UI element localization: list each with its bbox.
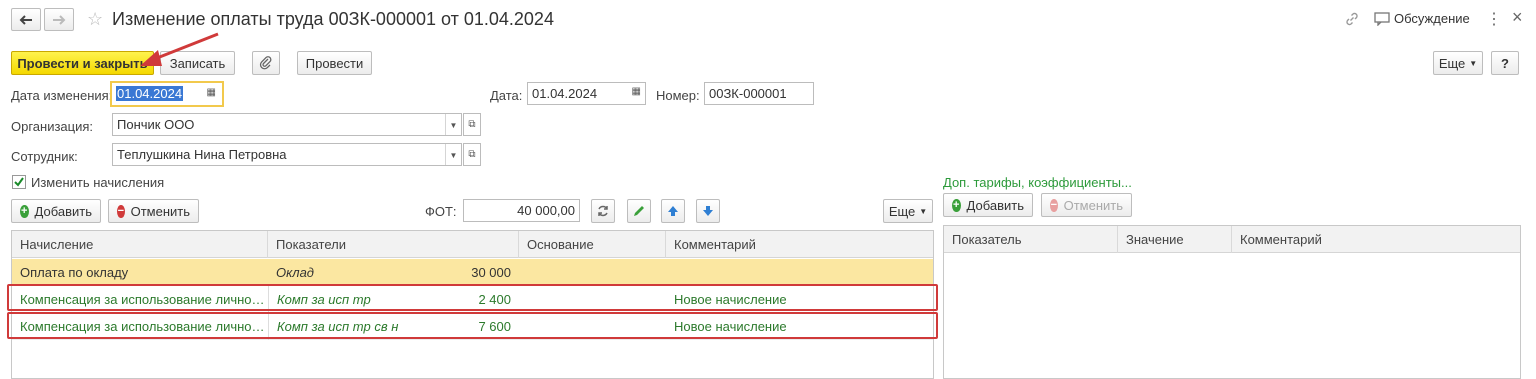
dropdown-icon[interactable]: ▼ (445, 114, 461, 135)
more-label: Еще (1438, 55, 1466, 71)
accrual-value: 30 000 (471, 265, 511, 280)
fot-label: ФОТ: (425, 204, 457, 219)
column-header[interactable]: Показатели (268, 231, 519, 258)
cancel-label: Отменить (130, 203, 190, 219)
edit-button[interactable] (627, 199, 651, 223)
add-accrual-button[interactable]: + Добавить (11, 199, 101, 223)
column-header[interactable]: Показатель (944, 226, 1118, 253)
extra-panel-title[interactable]: Доп. тарифы, коэффициенты... (943, 175, 1132, 190)
paperclip-icon (259, 56, 272, 70)
more-label: Еще (888, 203, 916, 219)
annotation-highlight-row-2 (7, 284, 938, 311)
accrual-name: Оплата по окладу (20, 265, 129, 280)
date-value: 01.04.2024 (532, 86, 598, 101)
link-icon[interactable] (1344, 11, 1360, 30)
cancel-extra-button[interactable]: − Отменить (1041, 193, 1132, 217)
change-accruals-checkbox[interactable] (12, 175, 26, 189)
employee-open-button[interactable]: ⧉ (463, 143, 481, 166)
more-button-top[interactable]: Еще ▼ (1433, 51, 1483, 75)
date-field[interactable]: 01.04.2024 ▦ (527, 82, 646, 105)
minus-icon: − (1050, 198, 1058, 212)
post-button[interactable]: Провести (297, 51, 372, 75)
back-button[interactable] (11, 8, 41, 31)
fot-field[interactable]: 40 000,00 (463, 199, 580, 222)
plus-icon: + (20, 204, 29, 218)
plus-icon: + (952, 198, 961, 212)
add-label: Добавить (966, 197, 1024, 213)
discussion-label: Обсуждение (1394, 11, 1470, 26)
change-accruals-label: Изменить начисления (31, 175, 165, 190)
add-label: Добавить (34, 203, 92, 219)
dropdown-icon[interactable]: ▼ (445, 144, 461, 165)
forward-button[interactable] (44, 8, 74, 31)
column-header[interactable]: Значение (1118, 226, 1232, 253)
close-icon[interactable]: × (1512, 7, 1523, 28)
move-up-button[interactable] (661, 199, 685, 223)
arrow-up-icon (668, 206, 678, 216)
change-date-label: Дата изменения: (11, 88, 113, 103)
chevron-down-icon: ▼ (919, 206, 928, 216)
arrow-right-icon (53, 14, 66, 25)
minus-icon: − (117, 204, 125, 218)
number-label: Номер: (656, 88, 700, 103)
add-extra-button[interactable]: + Добавить (943, 193, 1033, 217)
employee-value: Теплушкина Нина Петровна (117, 147, 287, 162)
annotation-arrow (140, 32, 219, 66)
cancel-accrual-button[interactable]: − Отменить (108, 199, 199, 223)
more-button-accruals[interactable]: Еще ▼ (883, 199, 933, 223)
column-header[interactable]: Комментарий (1232, 226, 1520, 253)
window-menu-icon[interactable]: ⋮ (1486, 9, 1502, 29)
calendar-icon[interactable]: ▦ (207, 87, 216, 98)
refresh-icon (598, 205, 608, 217)
change-date-value: 01.04.2024 (116, 86, 184, 101)
annotation-highlight-row-3 (7, 312, 938, 339)
employee-field[interactable]: Теплушкина Нина Петровна ▼ (112, 143, 462, 166)
employee-label: Сотрудник: (11, 149, 78, 164)
org-open-button[interactable]: ⧉ (463, 113, 481, 136)
move-down-button[interactable] (696, 199, 720, 223)
pencil-icon (634, 206, 644, 216)
attach-button[interactable] (252, 51, 280, 75)
chevron-down-icon: ▼ (1469, 58, 1478, 68)
help-button[interactable]: ? (1491, 51, 1519, 75)
column-header[interactable]: Начисление (12, 231, 268, 258)
number-field[interactable]: 00ЗК-000001 (704, 82, 814, 105)
refresh-button[interactable] (591, 199, 615, 223)
window-title: Изменение оплаты труда 00ЗК-000001 от 01… (112, 9, 554, 29)
change-date-field[interactable]: 01.04.2024 ▦ (110, 81, 224, 107)
arrow-down-icon (703, 206, 713, 216)
org-value: Пончик ООО (117, 117, 195, 132)
cancel-label: Отменить (1063, 197, 1123, 213)
chat-icon (1374, 11, 1390, 26)
org-field[interactable]: Пончик ООО ▼ (112, 113, 462, 136)
checkmark-icon (14, 177, 24, 187)
accrual-indicator: Оклад (276, 265, 314, 280)
accrual-basis (519, 259, 666, 286)
column-header[interactable]: Основание (519, 231, 666, 258)
table-header: Начисление Показатели Основание Коммента… (12, 231, 933, 258)
favorite-star-icon[interactable]: ☆ (87, 9, 103, 30)
org-label: Организация: (11, 119, 94, 134)
accrual-comment (666, 259, 933, 286)
date-label: Дата: (490, 88, 523, 103)
discussion-button[interactable]: Обсуждение (1374, 11, 1470, 26)
arrow-left-icon (19, 14, 32, 25)
column-header[interactable]: Комментарий (666, 231, 933, 258)
table-header: Показатель Значение Комментарий (944, 226, 1520, 253)
calendar-icon[interactable]: ▦ (632, 86, 641, 97)
table-row[interactable]: Оплата по окладу Оклад 30 000 (12, 259, 933, 286)
extra-table[interactable]: Показатель Значение Комментарий (943, 225, 1521, 379)
